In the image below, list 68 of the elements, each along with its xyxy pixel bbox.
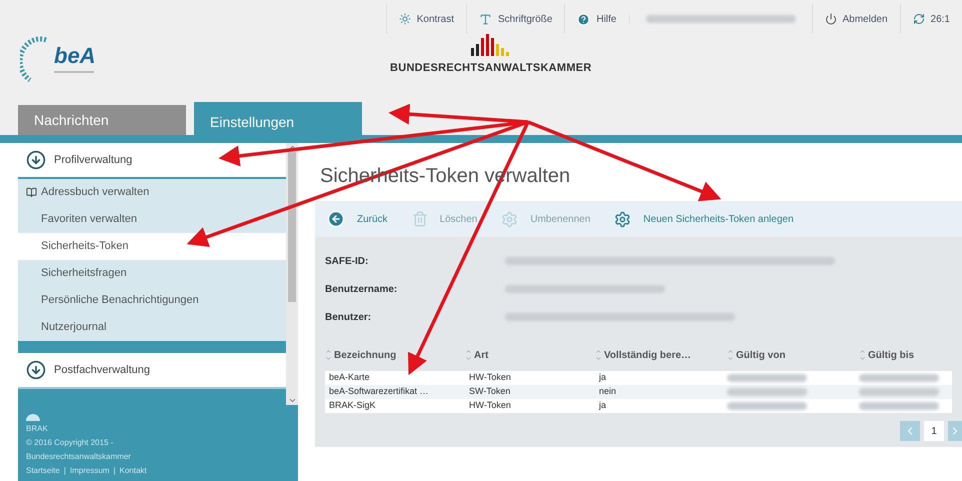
tab[interactable]: Nachrichten — [18, 105, 186, 135]
sort-icon — [465, 348, 472, 362]
sidebar-item[interactable]: Sicherheits-Token — [18, 233, 286, 260]
back-icon — [327, 210, 345, 228]
sidebar-item[interactable]: Nutzerjournal — [18, 314, 286, 341]
previous-page-button[interactable] — [900, 421, 920, 441]
tagline-line — [54, 71, 94, 73]
header-link[interactable]: Kontrast — [416, 12, 454, 26]
table-cell-text: ja — [598, 371, 608, 384]
copyright-text: © 2016 Copyright 2015 - — [26, 437, 114, 449]
column-header[interactable]: Vollständig bere… — [604, 348, 692, 362]
scrollbar[interactable] — [286, 143, 298, 405]
next-page-button[interactable] — [948, 421, 962, 441]
scrollbar-thumb[interactable] — [288, 152, 296, 302]
gear-icon — [501, 210, 518, 228]
sidebar-item[interactable]: Favoriten verwalten — [18, 206, 286, 233]
font-size-icon — [479, 12, 492, 26]
sidebar-item[interactable]: Persönliche Benachrichtigungen — [18, 287, 286, 314]
copyright-holder: Bundesrechtsanwaltskammer — [26, 451, 132, 463]
table-cell-text: BRAK-SigK — [328, 399, 377, 412]
page-button[interactable]: 1 — [924, 421, 944, 441]
sidebar-item[interactable]: Adressbuch verwalten — [18, 179, 286, 206]
brak-logo-icon — [26, 413, 40, 421]
column-header[interactable]: Bezeichnung — [334, 348, 396, 362]
separator: | — [113, 465, 116, 477]
accordion-header[interactable]: Postfachverwaltung — [18, 353, 286, 389]
column-header[interactable]: Gültig bis — [868, 348, 914, 362]
refresh-icon — [912, 13, 925, 25]
logo-text: beA — [54, 45, 96, 67]
footer-org: BRAK — [26, 423, 49, 435]
sidebar-item[interactable]: Sicherheitsfragen — [18, 260, 286, 287]
sort-icon — [727, 348, 734, 362]
header-link[interactable]: Hilfe — [596, 12, 616, 26]
info-label: SAFE-ID: — [325, 254, 370, 268]
column-header[interactable]: Art — [474, 348, 488, 362]
table-cell-text: beA-Softwarezertifikat … — [328, 385, 430, 398]
toolbar-action[interactable]: Zurück — [357, 212, 388, 226]
table-cell-text: nein — [598, 385, 618, 398]
table-cell-text: SW-Token — [468, 385, 512, 398]
gear-icon — [614, 210, 632, 228]
logo-swirl-icon — [20, 34, 50, 84]
sort-icon — [595, 348, 602, 362]
book-icon — [26, 187, 37, 198]
table-cell-text: beA-Karte — [328, 371, 371, 384]
info-label: Benutzername: — [325, 282, 398, 296]
separator: | — [64, 465, 66, 477]
table-cell-text: HW-Token — [468, 371, 512, 384]
scroll-down-icon — [288, 396, 296, 405]
header-link[interactable]: Abmelden — [842, 12, 888, 26]
arrow-down-icon — [26, 150, 46, 170]
toolbar-action[interactable]: Neuen Sicherheits-Token anlegen — [643, 212, 794, 226]
logo-bars-icon — [470, 34, 511, 56]
trash-icon — [412, 211, 428, 227]
logout-icon — [824, 13, 836, 25]
table-cell-text: ja — [598, 399, 608, 412]
header-link[interactable]: 26:1 — [930, 12, 950, 26]
tab[interactable]: Einstellungen — [194, 102, 362, 135]
sort-icon — [325, 348, 332, 362]
column-header[interactable]: Gültig von — [736, 348, 786, 362]
header-link[interactable]: Schriftgröße — [498, 12, 552, 26]
accordion-header[interactable]: Profilverwaltung — [18, 143, 286, 179]
sort-icon — [859, 348, 866, 362]
contrast-icon — [398, 13, 411, 25]
help-icon — [577, 12, 590, 26]
info-label: Benutzer: — [325, 310, 372, 324]
brand-name: BUNDESRECHTSANWALTSKAMMER — [390, 61, 592, 76]
table-cell-text: HW-Token — [468, 399, 512, 412]
arrow-down-icon — [26, 360, 46, 380]
